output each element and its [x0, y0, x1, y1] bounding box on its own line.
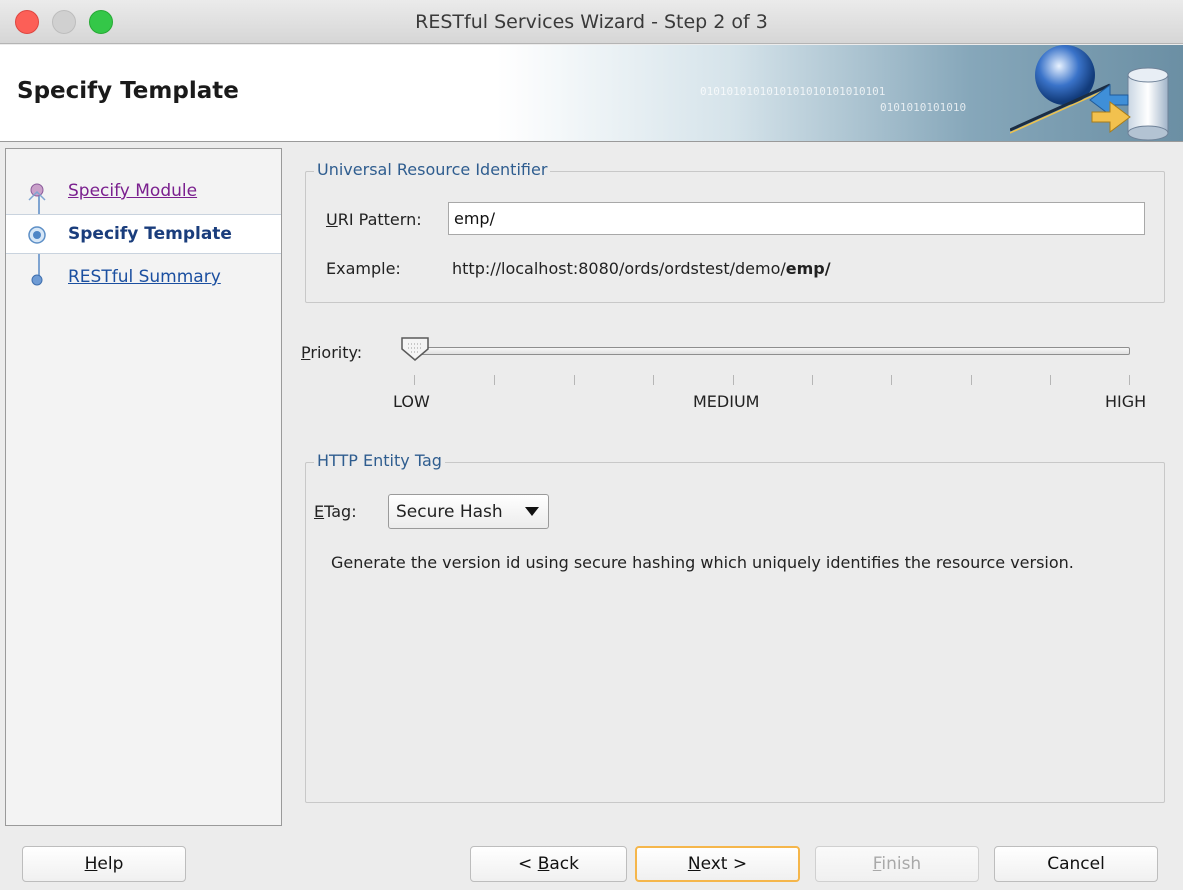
- etag-selected-value: Secure Hash: [396, 502, 503, 522]
- uri-group-legend: Universal Resource Identifier: [314, 160, 551, 179]
- slider-tick: [733, 375, 734, 385]
- step-current-icon: [28, 226, 46, 244]
- binary-art-2: 0101010101010: [880, 101, 967, 114]
- cancel-button[interactable]: Cancel: [994, 846, 1158, 882]
- priority-low-label: LOW: [393, 392, 430, 411]
- priority-slider-track[interactable]: [414, 347, 1130, 355]
- back-button[interactable]: < Back: [470, 846, 627, 882]
- step-label[interactable]: RESTful Summary: [68, 267, 221, 287]
- slider-tick: [891, 375, 892, 385]
- help-button[interactable]: Help: [22, 846, 186, 882]
- slider-tick: [494, 375, 495, 385]
- restful-services-graphic-icon: [1010, 45, 1169, 141]
- slider-tick: [414, 375, 415, 385]
- etag-select[interactable]: Secure Hash: [388, 494, 549, 529]
- slider-tick: [574, 375, 575, 385]
- slider-tick: [1050, 375, 1051, 385]
- step-specify-template[interactable]: Specify Template: [6, 214, 281, 254]
- page-title: Specify Template: [17, 78, 239, 104]
- slider-tick: [812, 375, 813, 385]
- next-button[interactable]: Next >: [635, 846, 800, 882]
- binary-art: 0101010101010101010101010101: [700, 85, 886, 98]
- dropdown-arrow-icon: [525, 507, 539, 516]
- step-pending-icon: [31, 274, 43, 286]
- priority-slider-thumb[interactable]: [400, 336, 430, 362]
- priority-high-label: HIGH: [1105, 392, 1147, 411]
- finish-button[interactable]: Finish: [815, 846, 979, 882]
- priority-medium-label: MEDIUM: [693, 392, 760, 411]
- slider-tick: [1129, 375, 1130, 385]
- step-label: Specify Template: [68, 224, 232, 244]
- etag-label: ETag:: [314, 502, 357, 521]
- window-title: RESTful Services Wizard - Step 2 of 3: [415, 11, 768, 33]
- slider-tick: [653, 375, 654, 385]
- wizard-steps-panel: Specify Module Specify Template RESTful …: [5, 148, 282, 826]
- wizard-header: Specify Template 01010101010101010101010…: [0, 45, 1183, 142]
- slider-tick: [971, 375, 972, 385]
- etag-description: Generate the version id using secure has…: [331, 553, 1074, 572]
- uri-pattern-label: URI Pattern:: [326, 210, 422, 229]
- step-label[interactable]: Specify Module: [68, 181, 197, 201]
- uri-pattern-input[interactable]: [448, 202, 1145, 235]
- http-entity-tag-legend: HTTP Entity Tag: [314, 451, 445, 470]
- step-visited-icon: [28, 183, 46, 201]
- example-url: http://localhost:8080/ords/ordstest/demo…: [452, 259, 831, 278]
- uri-group: Universal Resource Identifier: [305, 160, 1165, 303]
- title-bar[interactable]: RESTful Services Wizard - Step 2 of 3: [0, 0, 1183, 44]
- step-restful-summary[interactable]: RESTful Summary: [6, 258, 281, 298]
- example-label: Example:: [326, 259, 401, 278]
- priority-label: Priority:: [301, 343, 363, 362]
- step-specify-module[interactable]: Specify Module: [6, 172, 281, 212]
